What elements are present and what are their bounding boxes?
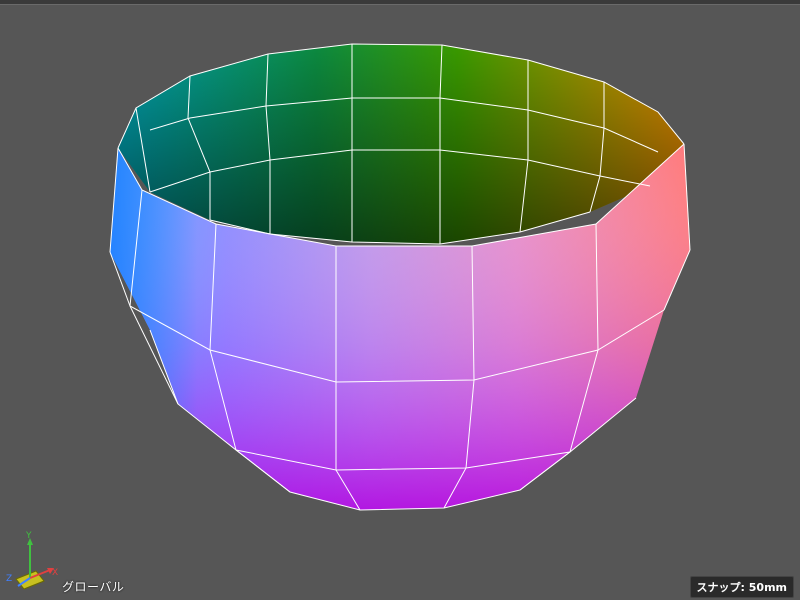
y-axis-label: Y [25, 531, 32, 541]
coordinate-space-label[interactable]: グローバル [62, 578, 124, 595]
axis-gizmo: Y X Z [6, 531, 58, 590]
z-axis-label: Z [6, 574, 12, 584]
bowl-mesh[interactable] [0, 0, 800, 600]
snap-indicator[interactable]: スナップ: 50mm [689, 576, 794, 598]
bowl-inner-shade [118, 44, 684, 244]
x-axis-label: X [52, 568, 58, 578]
3d-viewport[interactable]: Y X Z グローバル スナップ: 50mm [0, 0, 800, 600]
